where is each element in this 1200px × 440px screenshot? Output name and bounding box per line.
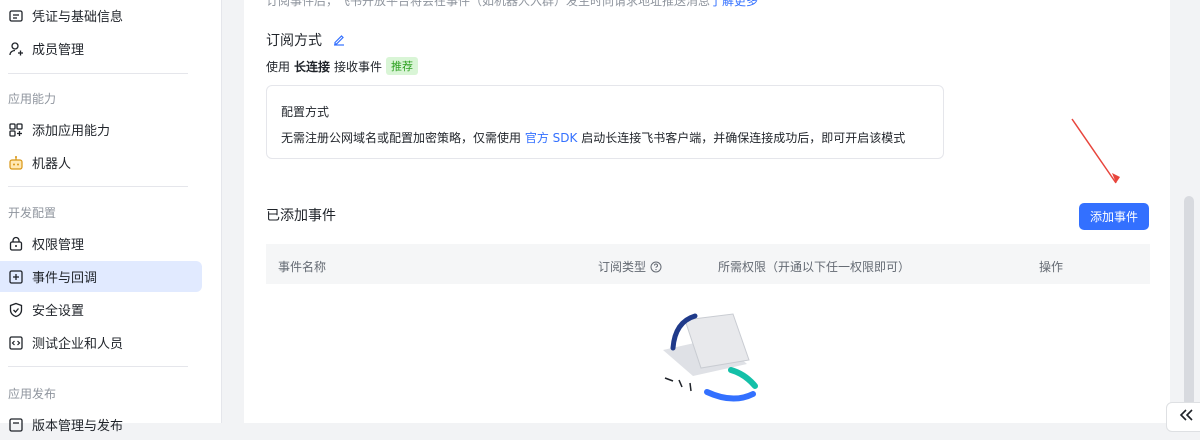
sidebar-divider [8,73,188,74]
intro-text: 订阅事件后，飞书开放平台将会在事件（如机器人入群）发生时向请求地址推送消息 [266,0,711,8]
added-events-title: 已添加事件 [266,208,336,224]
events-table-header: 事件名称 订阅类型 所需权限（开通以下任一权限即可） 操作 [266,244,1150,284]
learn-more-link[interactable]: 了解更多 [710,0,758,8]
sidebar-divider [8,366,188,367]
section-title-app-release: 应用发布 [8,387,57,401]
add-event-button[interactable]: 添加事件 [1079,203,1149,230]
sidebar-item-add-capability[interactable]: 添加应用能力 [0,114,202,145]
version-icon [8,417,24,433]
config-desc-before: 无需注册公网域名或配置加密策略，仅需使用 [281,131,522,145]
column-header-subscribe-type: 订阅类型 [598,258,662,275]
config-desc-after: 启动长连接飞书客户端，并确保连接成功后，即可开启该模式 [581,131,906,145]
empty-state-illustration [663,313,758,402]
robot-icon [8,155,24,171]
config-method-box: 配置方式 无需注册公网域名或配置加密策略，仅需使用 官方 SDK 启动长连接飞书… [266,85,944,159]
recommended-badge: 推荐 [386,57,419,75]
config-description: 无需注册公网域名或配置加密策略，仅需使用 官方 SDK 启动长连接飞书客户端，并… [281,129,905,146]
vertical-scrollbar[interactable] [1184,196,1194,406]
code-icon [8,335,24,351]
sidebar-item-credentials[interactable]: 凭证与基础信息 [0,0,202,31]
column-header-actions: 操作 [1039,260,1064,274]
sidebar-item-robot[interactable]: 机器人 [0,147,202,178]
sidebar-item-events-callbacks[interactable]: 事件与回调 [0,261,202,292]
credential-icon [8,8,24,24]
sidebar-item-test-enterprise[interactable]: 测试企业和人员 [0,327,202,358]
collapse-button[interactable] [1166,402,1200,432]
sidebar-item-label: 安全设置 [32,304,85,319]
section-title-dev-config: 开发配置 [8,206,57,220]
sidebar-divider [8,186,188,187]
sidebar-item-members[interactable]: 成员管理 [0,33,202,64]
sidebar-item-label: 事件与回调 [32,271,98,286]
subscribe-title-label: 订阅方式 [266,33,322,49]
column-header-permissions: 所需权限（开通以下任一权限即可） [718,260,911,274]
official-sdk-link[interactable]: 官方 SDK [525,131,578,145]
sidebar-item-label: 凭证与基础信息 [32,10,124,25]
section-title-app-capabilities: 应用能力 [8,92,57,106]
shield-icon [8,302,24,318]
column-header-event-name: 事件名称 [278,260,327,274]
subscribe-method-line: 使用 长连接 接收事件 推荐 [266,57,419,75]
sidebar-item-label: 成员管理 [32,43,85,58]
sidebar-item-label: 添加应用能力 [32,124,111,139]
member-add-icon [8,41,24,57]
grid-add-icon [8,122,24,138]
sidebar-item-label: 机器人 [32,157,72,172]
help-icon[interactable] [650,261,662,273]
event-icon [8,269,24,285]
events-intro-text: 订阅事件后，飞书开放平台将会在事件（如机器人入群）发生时向请求地址推送消息了解更… [266,0,758,9]
sidebar-item-label: 权限管理 [32,238,85,253]
sidebar-item-label: 测试企业和人员 [32,337,124,352]
sidebar-item-label: 版本管理与发布 [32,419,124,434]
sidebar-item-version[interactable]: 版本管理与发布 [0,409,202,440]
subscribe-prefix: 使用 [266,59,291,74]
lock-icon [8,236,24,252]
sidebar-item-permissions[interactable]: 权限管理 [0,228,202,259]
edit-icon[interactable] [332,33,346,47]
subscribe-mode: 长连接 [294,59,331,74]
config-title: 配置方式 [281,105,330,119]
column-header-label: 订阅类型 [598,260,647,274]
subscribe-method-title: 订阅方式 [266,30,346,50]
sidebar-item-security[interactable]: 安全设置 [0,294,202,325]
annotation-arrow-icon [1071,118,1120,184]
double-chevron-left-icon [1179,409,1193,421]
subscribe-suffix: 接收事件 [334,59,383,74]
sidebar: 凭证与基础信息 成员管理 应用能力 添加应用能力 机器人 开发配置 权限管理 事… [0,0,222,434]
